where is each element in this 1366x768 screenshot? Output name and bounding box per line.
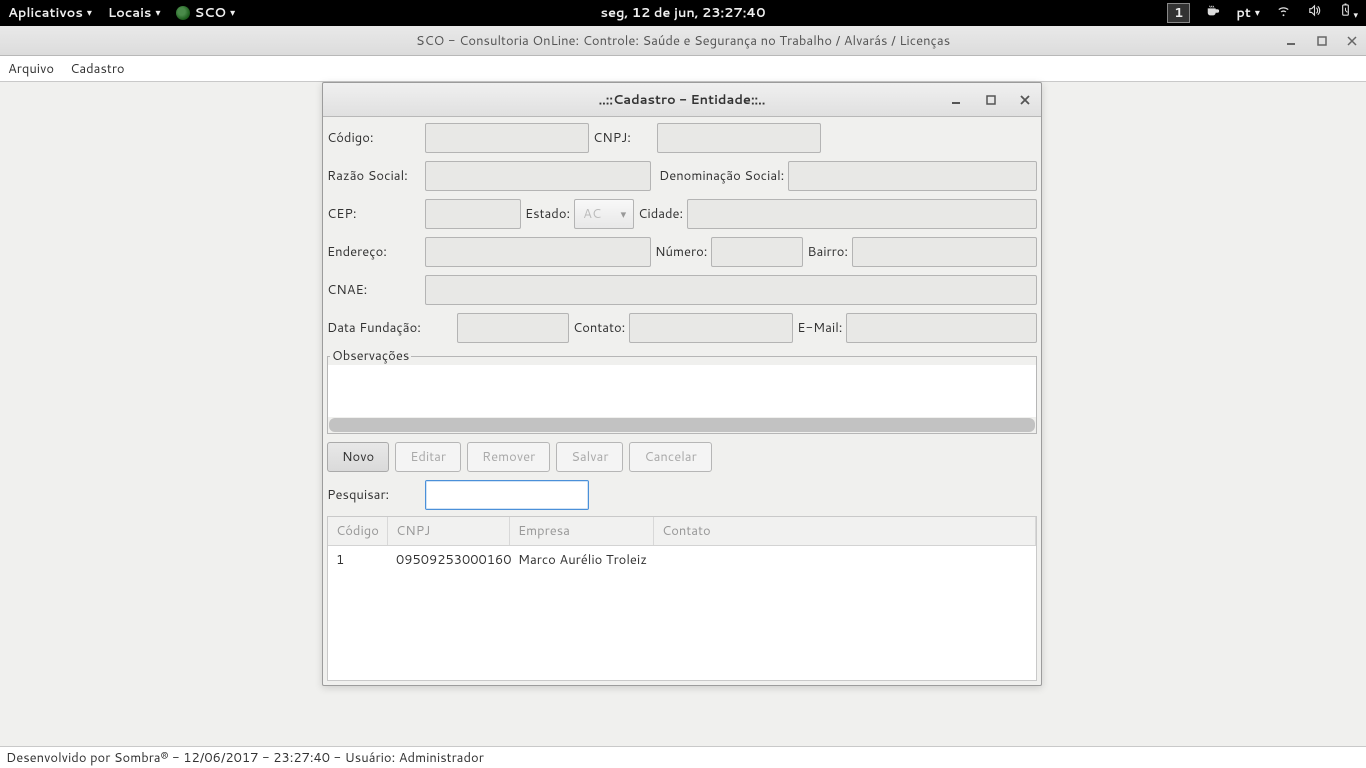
th-codigo[interactable]: Código xyxy=(328,517,388,545)
table-header: Código CNPJ Empresa Contato xyxy=(328,517,1036,546)
th-cnpj[interactable]: CNPJ xyxy=(388,517,510,545)
contato-field[interactable] xyxy=(629,313,793,343)
label-bairro: Bairro: xyxy=(807,243,848,261)
label-razao: Razão Social: xyxy=(327,167,421,185)
editar-button[interactable]: Editar xyxy=(395,442,461,472)
volume-icon[interactable] xyxy=(1307,3,1322,23)
entities-table: Código CNPJ Empresa Contato 1 0950925300… xyxy=(327,516,1037,681)
action-toolbar: Novo Editar Remover Salvar Cancelar xyxy=(323,434,1041,476)
endereco-field[interactable] xyxy=(425,237,651,267)
denominacao-social-field[interactable] xyxy=(788,161,1037,191)
menu-arquivo[interactable]: Arquivo xyxy=(8,60,54,78)
table-row[interactable]: 1 09509253000160 Marco Aurélio Troleiz xyxy=(328,546,1036,574)
main-titlebar: SCO - Consultoria OnLine: Controle: Saúd… xyxy=(0,26,1366,56)
cep-field[interactable] xyxy=(425,199,521,229)
dialog-close-button[interactable] xyxy=(1017,92,1033,108)
data-fundacao-field[interactable] xyxy=(457,313,569,343)
razao-social-field[interactable] xyxy=(425,161,651,191)
cnae-field[interactable] xyxy=(425,275,1037,305)
dialog-maximize-button[interactable] xyxy=(983,92,999,108)
estado-select[interactable]: AC xyxy=(574,199,634,229)
dialog-minimize-button[interactable] xyxy=(949,92,965,108)
wifi-icon[interactable] xyxy=(1276,3,1291,23)
label-endereco: Endereço: xyxy=(327,243,421,261)
cancelar-button[interactable]: Cancelar xyxy=(629,442,711,472)
label-codigo: Código: xyxy=(327,129,421,147)
client-area: ..::Cadastro - Entidade::.. Código: xyxy=(0,82,1366,746)
observacoes-textarea[interactable] xyxy=(328,365,1036,417)
main-close-button[interactable] xyxy=(1344,33,1360,49)
label-cidade: Cidade: xyxy=(638,205,683,223)
label-cep: CEP: xyxy=(327,205,421,223)
novo-button[interactable]: Novo xyxy=(327,442,389,472)
applications-menu[interactable]: Aplicativos xyxy=(8,4,92,22)
cell-cnpj: 09509253000160 xyxy=(388,549,510,571)
cadastro-entidade-dialog: ..::Cadastro - Entidade::.. Código: xyxy=(322,82,1042,686)
main-window-title: SCO - Consultoria OnLine: Controle: Saúd… xyxy=(416,32,950,50)
active-app-menu[interactable]: SCO xyxy=(176,4,235,22)
power-icon[interactable]: ▾ xyxy=(1338,3,1358,23)
entity-form: Código: CNPJ: Razão Social: Denominação … xyxy=(323,117,1041,345)
main-minimize-button[interactable] xyxy=(1284,33,1300,49)
cnpj-field[interactable] xyxy=(657,123,821,153)
th-contato[interactable]: Contato xyxy=(654,517,1036,545)
codigo-field[interactable] xyxy=(425,123,589,153)
salvar-button[interactable]: Salvar xyxy=(556,442,623,472)
label-observacoes: Observações xyxy=(330,347,411,365)
main-maximize-button[interactable] xyxy=(1314,33,1330,49)
dialog-titlebar: ..::Cadastro - Entidade::.. xyxy=(323,83,1041,117)
menubar: Arquivo Cadastro xyxy=(0,56,1366,82)
cell-empresa: Marco Aurélio Troleiz xyxy=(510,549,838,571)
status-text: Desenvolvido por Sombra® - 12/06/2017 - … xyxy=(6,749,484,767)
label-pesquisar: Pesquisar: xyxy=(327,486,421,504)
numero-field[interactable] xyxy=(711,237,803,267)
coffee-icon[interactable] xyxy=(1206,4,1220,23)
gnome-top-panel: Aplicativos Locais SCO seg, 12 de jun, 2… xyxy=(0,0,1366,26)
menu-cadastro[interactable]: Cadastro xyxy=(70,60,124,78)
cidade-field[interactable] xyxy=(687,199,1037,229)
label-email: E-Mail: xyxy=(797,319,842,337)
remover-button[interactable]: Remover xyxy=(467,442,550,472)
observacoes-group: Observações xyxy=(327,347,1037,434)
table-body: 1 09509253000160 Marco Aurélio Troleiz xyxy=(328,546,1036,680)
app-icon xyxy=(176,6,190,20)
cell-contato xyxy=(838,549,1036,571)
dialog-title: ..::Cadastro - Entidade::.. xyxy=(599,91,766,109)
label-cnpj: CNPJ: xyxy=(593,129,653,147)
bairro-field[interactable] xyxy=(852,237,1037,267)
label-numero: Número: xyxy=(655,243,707,261)
keyboard-layout[interactable]: pt xyxy=(1236,4,1260,22)
pesquisar-input[interactable] xyxy=(425,480,589,510)
observacoes-scrollbar[interactable] xyxy=(329,418,1035,432)
workspace-indicator[interactable]: 1 xyxy=(1167,3,1190,23)
label-cnae: CNAE: xyxy=(327,281,421,299)
label-fundacao: Data Fundação: xyxy=(327,319,453,337)
label-denominacao: Denominação Social: xyxy=(659,167,784,185)
cell-codigo: 1 xyxy=(328,549,388,571)
label-estado: Estado: xyxy=(525,205,570,223)
statusbar: Desenvolvido por Sombra® - 12/06/2017 - … xyxy=(0,746,1366,768)
email-field[interactable] xyxy=(846,313,1037,343)
th-empresa[interactable]: Empresa xyxy=(510,517,654,545)
places-menu[interactable]: Locais xyxy=(108,4,161,22)
clock[interactable]: seg, 12 de jun, 23:27:40 xyxy=(601,4,766,22)
active-app-label: SCO xyxy=(194,4,226,22)
label-contato: Contato: xyxy=(573,319,625,337)
main-window: SCO - Consultoria OnLine: Controle: Saúd… xyxy=(0,26,1366,768)
